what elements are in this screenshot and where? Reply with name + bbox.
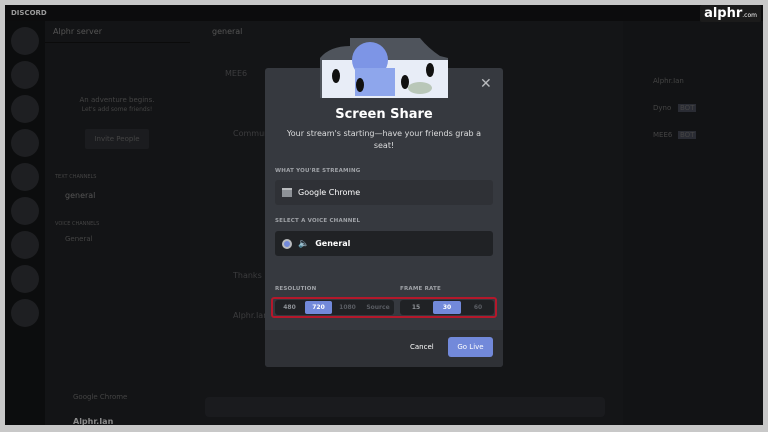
resolution-label: RESOLUTION (275, 286, 317, 292)
cancel-button[interactable]: Cancel (410, 343, 434, 351)
server-icon[interactable] (11, 197, 39, 225)
chat-line: Thanks (233, 271, 262, 280)
server-icon[interactable] (11, 265, 39, 293)
voice-channel-label: SELECT A VOICE CHANNEL (275, 218, 361, 224)
text-channels-header: TEXT CHANNELS (55, 174, 97, 180)
modal-subtitle: Your stream's starting—have your friends… (286, 129, 482, 150)
voice-channels-header: VOICE CHANNELS (55, 221, 100, 227)
bot-badge: BOT (678, 131, 697, 139)
screen-share-illustration-icon (320, 38, 448, 98)
streaming-source-value: Google Chrome (298, 188, 361, 197)
server-rail (5, 21, 45, 425)
browser-window-icon (282, 188, 292, 197)
server-icon[interactable] (11, 299, 39, 327)
close-icon[interactable]: ✕ (480, 76, 492, 92)
channel-general[interactable]: general (65, 191, 95, 200)
highlight-box (271, 297, 497, 318)
server-name[interactable]: Alphr server (45, 21, 190, 43)
server-icon[interactable] (11, 129, 39, 157)
chat-line: MEE6 (225, 69, 248, 78)
speaker-icon: 🔈 (298, 238, 310, 249)
streaming-source-field[interactable]: Google Chrome (275, 180, 493, 205)
home-button[interactable] (11, 27, 39, 55)
modal-title: Screen Share (335, 107, 433, 122)
frame-rate-label: FRAME RATE (400, 286, 441, 292)
user-name: Alphr.Ian (73, 417, 114, 425)
radio-selected-icon[interactable] (282, 238, 292, 249)
voice-channel-value: General (315, 239, 351, 248)
member-name[interactable]: MEE6 (653, 131, 672, 139)
member-name[interactable]: Dyno (653, 104, 671, 112)
member-list: Alphr.Ian Dyno BOT MEE6 BOT (623, 21, 763, 425)
alphr-watermark: alphr.com (700, 5, 761, 22)
go-live-button[interactable]: Go Live (448, 337, 493, 357)
welcome-subtitle: Let's add some friends! (81, 106, 153, 113)
title-bar: DISCORD (5, 5, 763, 21)
channel-sidebar: Alphr server An adventure begins. Let's … (45, 21, 190, 425)
voice-channel-general[interactable]: General (65, 235, 93, 243)
member-name[interactable]: Alphr.Ian (653, 77, 684, 85)
server-icon[interactable] (11, 95, 39, 123)
server-icon[interactable] (11, 163, 39, 191)
chat-line: Alphr.Ian (233, 311, 269, 320)
voice-channel-option[interactable]: 🔈 General (275, 231, 493, 256)
invite-button[interactable]: Invite People (85, 129, 149, 149)
streaming-label: WHAT YOU'RE STREAMING (275, 168, 361, 174)
bot-badge: BOT (678, 104, 697, 112)
message-input[interactable] (205, 397, 605, 417)
stream-bar-label: Google Chrome (73, 393, 128, 401)
server-icon[interactable] (11, 61, 39, 89)
channel-title: general (212, 27, 243, 36)
welcome-title: An adventure begins. (79, 96, 155, 104)
server-icon[interactable] (11, 231, 39, 259)
